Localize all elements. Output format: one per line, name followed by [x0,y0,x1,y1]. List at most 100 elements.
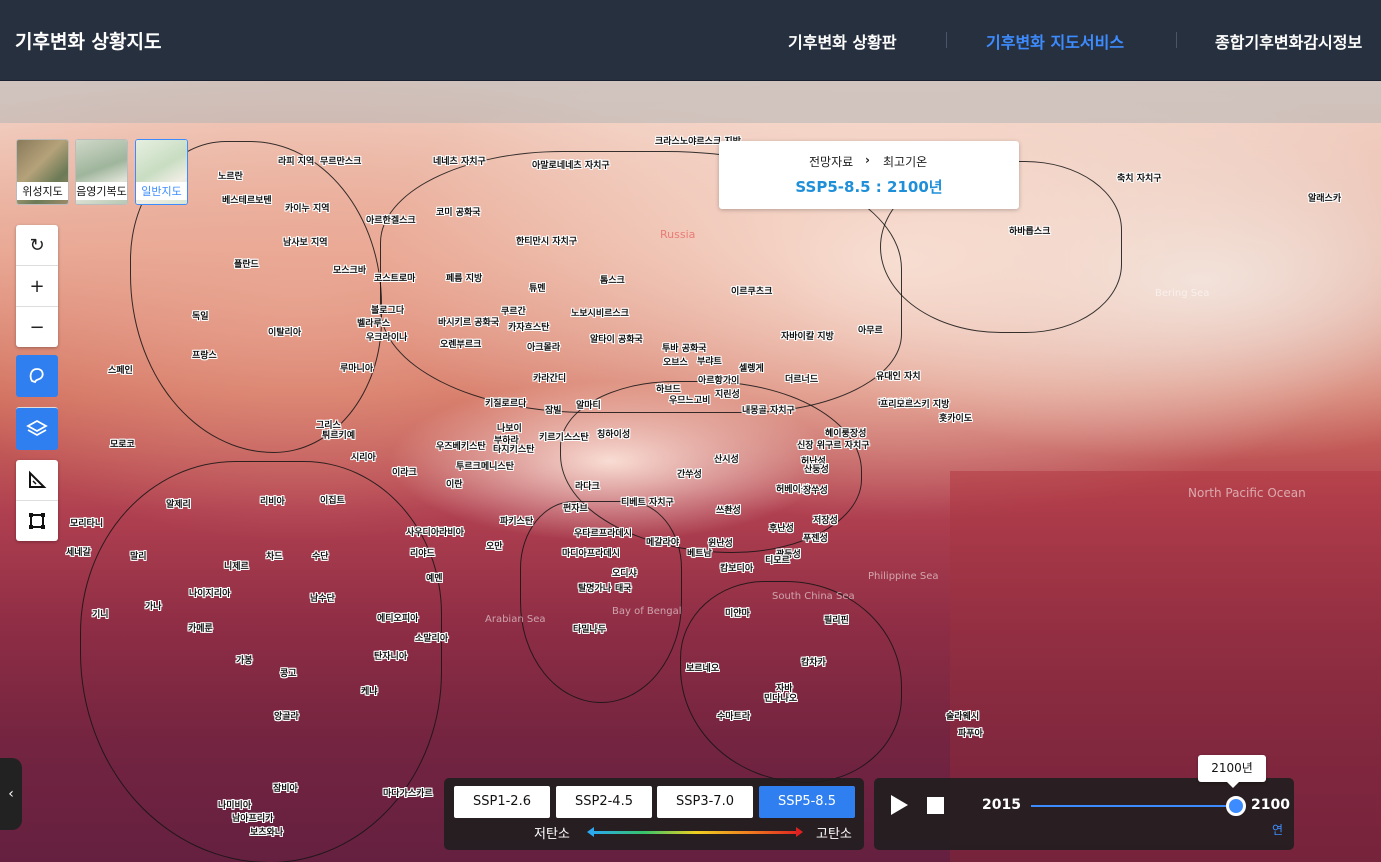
place-label: 카라간디 [533,374,567,384]
zoom-out-icon[interactable]: − [16,306,58,347]
place-label: 수마트라 [717,712,751,722]
ssp585-button[interactable]: SSP5-8.5 [759,786,855,818]
breadcrumb-category: 전망자료 [809,155,854,169]
place-label: 폴란드 [234,260,259,270]
nav-divider [946,32,947,48]
measure-icon[interactable] [16,460,58,500]
place-label: 티모르 [765,556,790,566]
place-label: 키질로르다 [485,399,527,409]
timeline-slider-handle[interactable] [1226,796,1246,816]
place-label: 프리모르스키 지방 [880,400,950,410]
place-label: 잠비아 [273,784,298,794]
place-label: 이탈리아 [268,328,302,338]
place-label: 탄자니아 [374,652,408,662]
ssp126-button[interactable]: SSP1-2.6 [454,786,550,818]
region-select-icon[interactable] [16,355,58,397]
place-label: 차드 [266,552,283,562]
arrow-right-icon [796,827,803,837]
place-label: 알래스카 [1308,194,1342,204]
place-label: 네네츠 자치구 [433,157,486,167]
place-label: 나미비아 [218,801,252,811]
place-label: 수단 [312,552,329,562]
place-label: 우크라이나 [366,333,408,343]
place-label: 아크몰라 [527,343,561,353]
place-label: 알타이 공화국 [590,335,643,345]
nav-climate-monitoring-info[interactable]: 종합기후변화감시정보 [1215,29,1362,53]
timeline-panel: 2015 2100 연 [874,778,1294,850]
place-label: 이라크 [392,468,417,478]
ssp370-button[interactable]: SSP3-7.0 [657,786,753,818]
place-label: 더르너드 [785,375,819,385]
nav-climate-dashboard[interactable]: 기후변화 상황판 [788,29,897,53]
place-label: 남수단 [310,594,335,604]
emission-gradient-bar [592,831,800,834]
place-label: 기니 [92,610,109,620]
chevron-left-icon: ‹ [8,786,14,802]
panel-collapse-button[interactable]: ‹ [0,758,22,830]
place-label: 사우디아라비아 [406,528,464,538]
place-label: 저장성 [813,516,838,526]
sea-label-arabian: Arabian Sea [485,614,546,625]
place-label: 튜멘 [529,284,546,294]
timeline-track[interactable] [1031,805,1235,807]
place-label: 라다크 [575,482,600,492]
place-label: 나보이 [497,424,522,434]
place-label: 시리아 [351,453,376,463]
place-label: 독일 [192,312,209,322]
place-label: 이란 [446,480,463,490]
basemap-label: 위성지도 [17,182,68,200]
refresh-icon[interactable]: ↻ [16,225,58,265]
place-label: 우타르프라데시 [574,529,632,539]
measure-tools [16,460,58,541]
basemap-satellite-button[interactable]: 위성지도 [16,139,69,205]
place-label: 마다가스카르 [383,789,433,799]
place-label: 아말로네네츠 자치구 [532,161,610,171]
place-label: 니제르 [224,562,249,572]
zoom-controls: ↻ + − [16,225,58,347]
place-label: 하바롭스크 [1009,227,1051,237]
place-label: 티베트 자치구 [621,498,674,508]
place-label: 파키스탄 [500,517,534,527]
place-label: 코미 공화국 [436,208,481,218]
place-label: 소말리아 [415,634,449,644]
place-label: 스페인 [108,366,133,376]
place-label: 하브드 [656,385,681,395]
header: 기후변화 상황지도 기후변화 상황판 기후변화 지도서비스 종합기후변화감시정보 [0,0,1381,81]
area-select-icon[interactable] [16,500,58,541]
basemap-label: 일반지도 [136,182,187,200]
nav-climate-map-service[interactable]: 기후변화 지도서비스 [986,29,1124,53]
timeline-unit-toggle[interactable]: 연 [1272,821,1283,838]
place-label: 캄차카 [801,658,826,668]
play-icon[interactable] [891,795,908,815]
basemap-general-button[interactable]: 일반지도 [135,139,188,205]
ssp-scenario-panel: SSP1-2.6 SSP2-4.5 SSP3-7.0 SSP5-8.5 저탄소 … [444,778,864,850]
nav-divider [1176,32,1177,48]
place-label: 타밀나두 [573,625,607,635]
place-label: 볼로그다 [371,306,405,316]
place-label: 축치 자치구 [1117,174,1162,184]
low-carbon-label: 저탄소 [534,827,570,842]
place-label: 보르네오 [686,664,720,674]
place-label: 산시성 [714,455,739,465]
place-label: 부랴트 [697,357,722,367]
place-label: 후난성 [769,524,794,534]
place-label: 앙골라 [274,712,299,722]
place-label: 톰스크 [600,276,625,286]
basemap-relief-button[interactable]: 음영기복도 [75,139,128,205]
ssp245-button[interactable]: SSP2-4.5 [556,786,652,818]
sea-label-philippine: Philippine Sea [868,571,939,582]
place-label: 리야드 [410,549,435,559]
scenario-info-card: 전망자료 › 최고기온 SSP5-8.5 : 2100년 [719,141,1019,209]
place-label: 알제리 [166,500,191,510]
place-label: 세네갈 [66,548,91,558]
place-label: 쿠르간 [501,307,526,317]
place-label: 루마니아 [340,364,374,374]
zoom-in-icon[interactable]: + [16,265,58,306]
stop-icon[interactable] [927,797,944,814]
layers-icon[interactable] [16,407,58,450]
app-title[interactable]: 기후변화 상황지도 [15,27,161,54]
map-canvas[interactable]: Russia North Pacific Ocean Philippine Se… [0,81,1381,862]
place-label: 케냐 [361,687,378,697]
sea-label-south-china: South China Sea [772,591,855,602]
place-label: 베트남 [687,549,712,559]
